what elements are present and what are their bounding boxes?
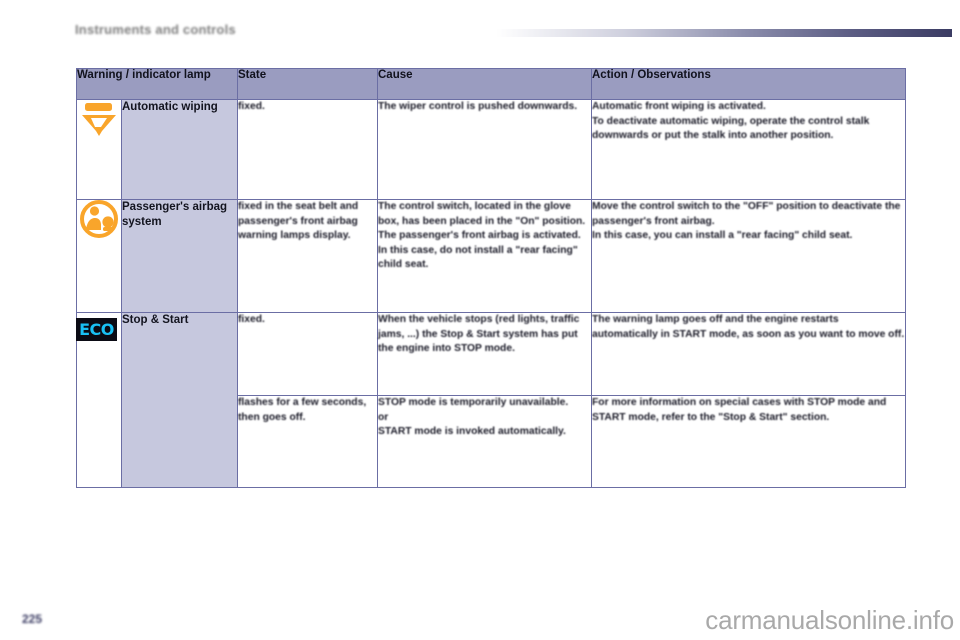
action-text: The warning lamp goes off and the engine… — [592, 313, 905, 342]
state-auto-wiping: fixed. — [238, 100, 378, 200]
column-header-cause: Cause — [378, 69, 592, 100]
action-text: For more information on special cases wi… — [592, 396, 905, 425]
header-gradient-rule — [496, 29, 952, 37]
state-text: fixed in the seat belt and passenger's f… — [238, 200, 377, 244]
passenger-airbag-icon — [79, 200, 119, 238]
site-watermark: carmanualsonline.info — [705, 605, 954, 636]
column-header-lamp: Warning / indicator lamp — [77, 69, 238, 100]
lamp-icon-cell-auto-wiping — [77, 100, 122, 200]
table-row: ECO Stop & Start fixed. When the vehicle… — [77, 313, 906, 396]
lamp-name-auto-wiping: Automatic wiping — [122, 100, 238, 200]
table-header: Warning / indicator lamp State Cause Act… — [77, 69, 906, 100]
state-text: fixed. — [238, 100, 377, 115]
cause-text: The control switch, located in the glove… — [378, 200, 591, 273]
column-header-action: Action / Observations — [592, 69, 906, 100]
warning-lamp-table: Warning / indicator lamp State Cause Act… — [76, 68, 906, 488]
action-auto-wiping: Automatic front wiping is activated. To … — [592, 100, 906, 200]
warning-lamp-table-wrapper: Warning / indicator lamp State Cause Act… — [76, 68, 905, 488]
action-passenger-airbag: Move the control switch to the "OFF" pos… — [592, 200, 906, 313]
cause-stop-start-fixed: When the vehicle stops (red lights, traf… — [378, 313, 592, 396]
table-row: Automatic wiping fixed. The wiper contro… — [77, 100, 906, 200]
state-passenger-airbag: fixed in the seat belt and passenger's f… — [238, 200, 378, 313]
cause-stop-start-flashing: STOP mode is temporarily unavailable. or… — [378, 396, 592, 488]
cause-text: STOP mode is temporarily unavailable. or… — [378, 396, 591, 440]
lamp-icon-cell-stop-start: ECO — [77, 313, 122, 488]
action-stop-start-fixed: The warning lamp goes off and the engine… — [592, 313, 906, 396]
table-header-row: Warning / indicator lamp State Cause Act… — [77, 69, 906, 100]
cause-text: The wiper control is pushed downwards. — [378, 100, 591, 115]
chapter-title: Instruments and controls — [75, 22, 236, 37]
lamp-name-passenger-airbag: Passenger's airbag system — [122, 200, 238, 313]
page-number: 225 — [22, 612, 42, 626]
page-header: Instruments and controls — [0, 0, 960, 46]
state-stop-start-fixed: fixed. — [238, 313, 378, 396]
lamp-icon-cell-passenger-airbag — [77, 200, 122, 313]
column-header-state: State — [238, 69, 378, 100]
cause-text: When the vehicle stops (red lights, traf… — [378, 313, 591, 357]
action-text: Automatic front wiping is activated. To … — [592, 100, 905, 144]
state-text: flashes for a few seconds, then goes off… — [238, 396, 377, 425]
table-row: Passenger's airbag system fixed in the s… — [77, 200, 906, 313]
action-text: Move the control switch to the "OFF" pos… — [592, 200, 905, 244]
cause-passenger-airbag: The control switch, located in the glove… — [378, 200, 592, 313]
table-body: Automatic wiping fixed. The wiper contro… — [77, 100, 906, 488]
cause-auto-wiping: The wiper control is pushed downwards. — [378, 100, 592, 200]
state-stop-start-flashing: flashes for a few seconds, then goes off… — [238, 396, 378, 488]
state-text: fixed. — [238, 313, 377, 328]
lamp-name-stop-start: Stop & Start — [122, 313, 238, 488]
auto-wiping-icon — [79, 100, 119, 138]
action-stop-start-flashing: For more information on special cases wi… — [592, 396, 906, 488]
eco-badge-icon: ECO — [76, 318, 117, 341]
